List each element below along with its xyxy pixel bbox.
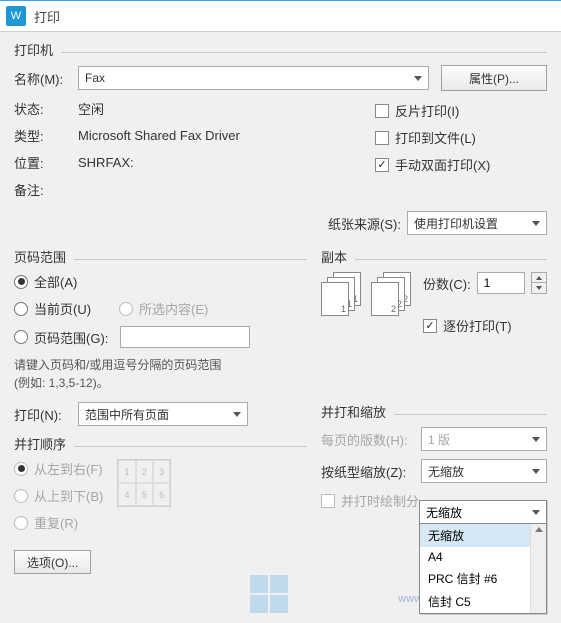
remarks-label: 备注: xyxy=(14,180,78,199)
order-ttb-radio: 从上到下(B) xyxy=(14,486,103,505)
scale-option-prc6[interactable]: PRC 信封 #6 xyxy=(420,567,546,590)
chevron-down-icon xyxy=(233,412,241,417)
page-range-selection-radio: 所选内容(E) xyxy=(119,299,208,318)
page-range-input[interactable] xyxy=(120,326,250,348)
scale-section-label: 并打和缩放 xyxy=(321,402,386,421)
order-preview-icon: 123456 xyxy=(117,459,171,507)
scale-to-combo[interactable]: 无缩放 xyxy=(421,459,547,483)
pages-per-sheet-label: 每页的版数(H): xyxy=(321,430,421,449)
page-range-section-label: 页码范围 xyxy=(14,247,66,266)
properties-button[interactable]: 属性(P)... xyxy=(441,65,547,91)
status-label: 状态: xyxy=(14,99,78,118)
spin-up-icon[interactable] xyxy=(532,273,546,283)
order-ltr-radio: 从左到右(F) xyxy=(14,459,103,478)
chevron-down-icon xyxy=(532,221,540,226)
scale-option-none[interactable]: 无缩放 xyxy=(420,524,546,547)
collate-checkbox[interactable]: ✓逐份打印(T) xyxy=(423,316,547,335)
scale-to-label: 按纸型缩放(Z): xyxy=(321,462,421,481)
dropdown-scrollbar[interactable] xyxy=(530,524,546,613)
paper-source-combo[interactable]: 使用打印机设置 xyxy=(407,211,547,235)
copies-count-label: 份数(C): xyxy=(423,274,471,293)
scale-dd-selected: 无缩放 xyxy=(426,504,462,521)
collate-preview-icon: 111 222 xyxy=(321,272,413,318)
chevron-down-icon xyxy=(414,76,422,81)
options-button[interactable]: 选项(O)... xyxy=(14,550,91,574)
order-repeat-radio: 重复(R) xyxy=(14,513,103,532)
page-range-current-radio[interactable]: 当前页(U) xyxy=(14,299,91,318)
titlebar: W 打印 xyxy=(0,0,561,32)
page-range-range-radio[interactable]: 页码范围(G): xyxy=(14,326,307,348)
paper-source-label: 纸张来源(S): xyxy=(328,214,401,233)
status-value: 空闲 xyxy=(78,99,104,118)
app-icon: W xyxy=(6,6,26,26)
scale-to-dropdown-open[interactable]: 无缩放 无缩放 A4 PRC 信封 #6 信封 C5 xyxy=(419,500,547,614)
arrow-up-icon xyxy=(535,527,543,532)
page-range-hint2: (例如: 1,3,5-12)。 xyxy=(14,374,307,392)
spin-down-icon[interactable] xyxy=(532,283,546,293)
chevron-down-icon xyxy=(532,469,540,474)
order-section-label: 并打顺序 xyxy=(14,434,66,453)
name-label: 名称(M): xyxy=(14,69,78,88)
type-value: Microsoft Shared Fax Driver xyxy=(78,128,240,143)
scale-option-a4[interactable]: A4 xyxy=(420,547,546,567)
mirror-print-checkbox[interactable]: 反片打印(I) xyxy=(375,101,547,120)
location-label: 位置: xyxy=(14,153,78,172)
chevron-down-icon xyxy=(532,510,540,515)
pages-per-sheet-combo: 1 版 xyxy=(421,427,547,451)
page-range-all-radio[interactable]: 全部(A) xyxy=(14,272,307,291)
page-range-hint1: 请键入页码和/或用逗号分隔的页码范围 xyxy=(14,356,307,374)
copies-count-input[interactable] xyxy=(477,272,525,294)
copies-section-label: 副本 xyxy=(321,247,347,266)
printer-name-value: Fax xyxy=(85,71,105,85)
printer-name-combo[interactable]: Fax xyxy=(78,66,429,90)
type-label: 类型: xyxy=(14,126,78,145)
location-value: SHRFAX: xyxy=(78,155,134,170)
scale-option-c5[interactable]: 信封 C5 xyxy=(420,590,546,613)
manual-duplex-checkbox[interactable]: ✓手动双面打印(X) xyxy=(375,155,547,174)
print-what-label: 打印(N): xyxy=(14,405,78,424)
print-what-combo[interactable]: 范围中所有页面 xyxy=(78,402,248,426)
window-title: 打印 xyxy=(34,7,60,26)
printer-section-label: 打印机 xyxy=(14,40,53,59)
print-to-file-checkbox[interactable]: 打印到文件(L) xyxy=(375,128,547,147)
chevron-down-icon xyxy=(532,437,540,442)
